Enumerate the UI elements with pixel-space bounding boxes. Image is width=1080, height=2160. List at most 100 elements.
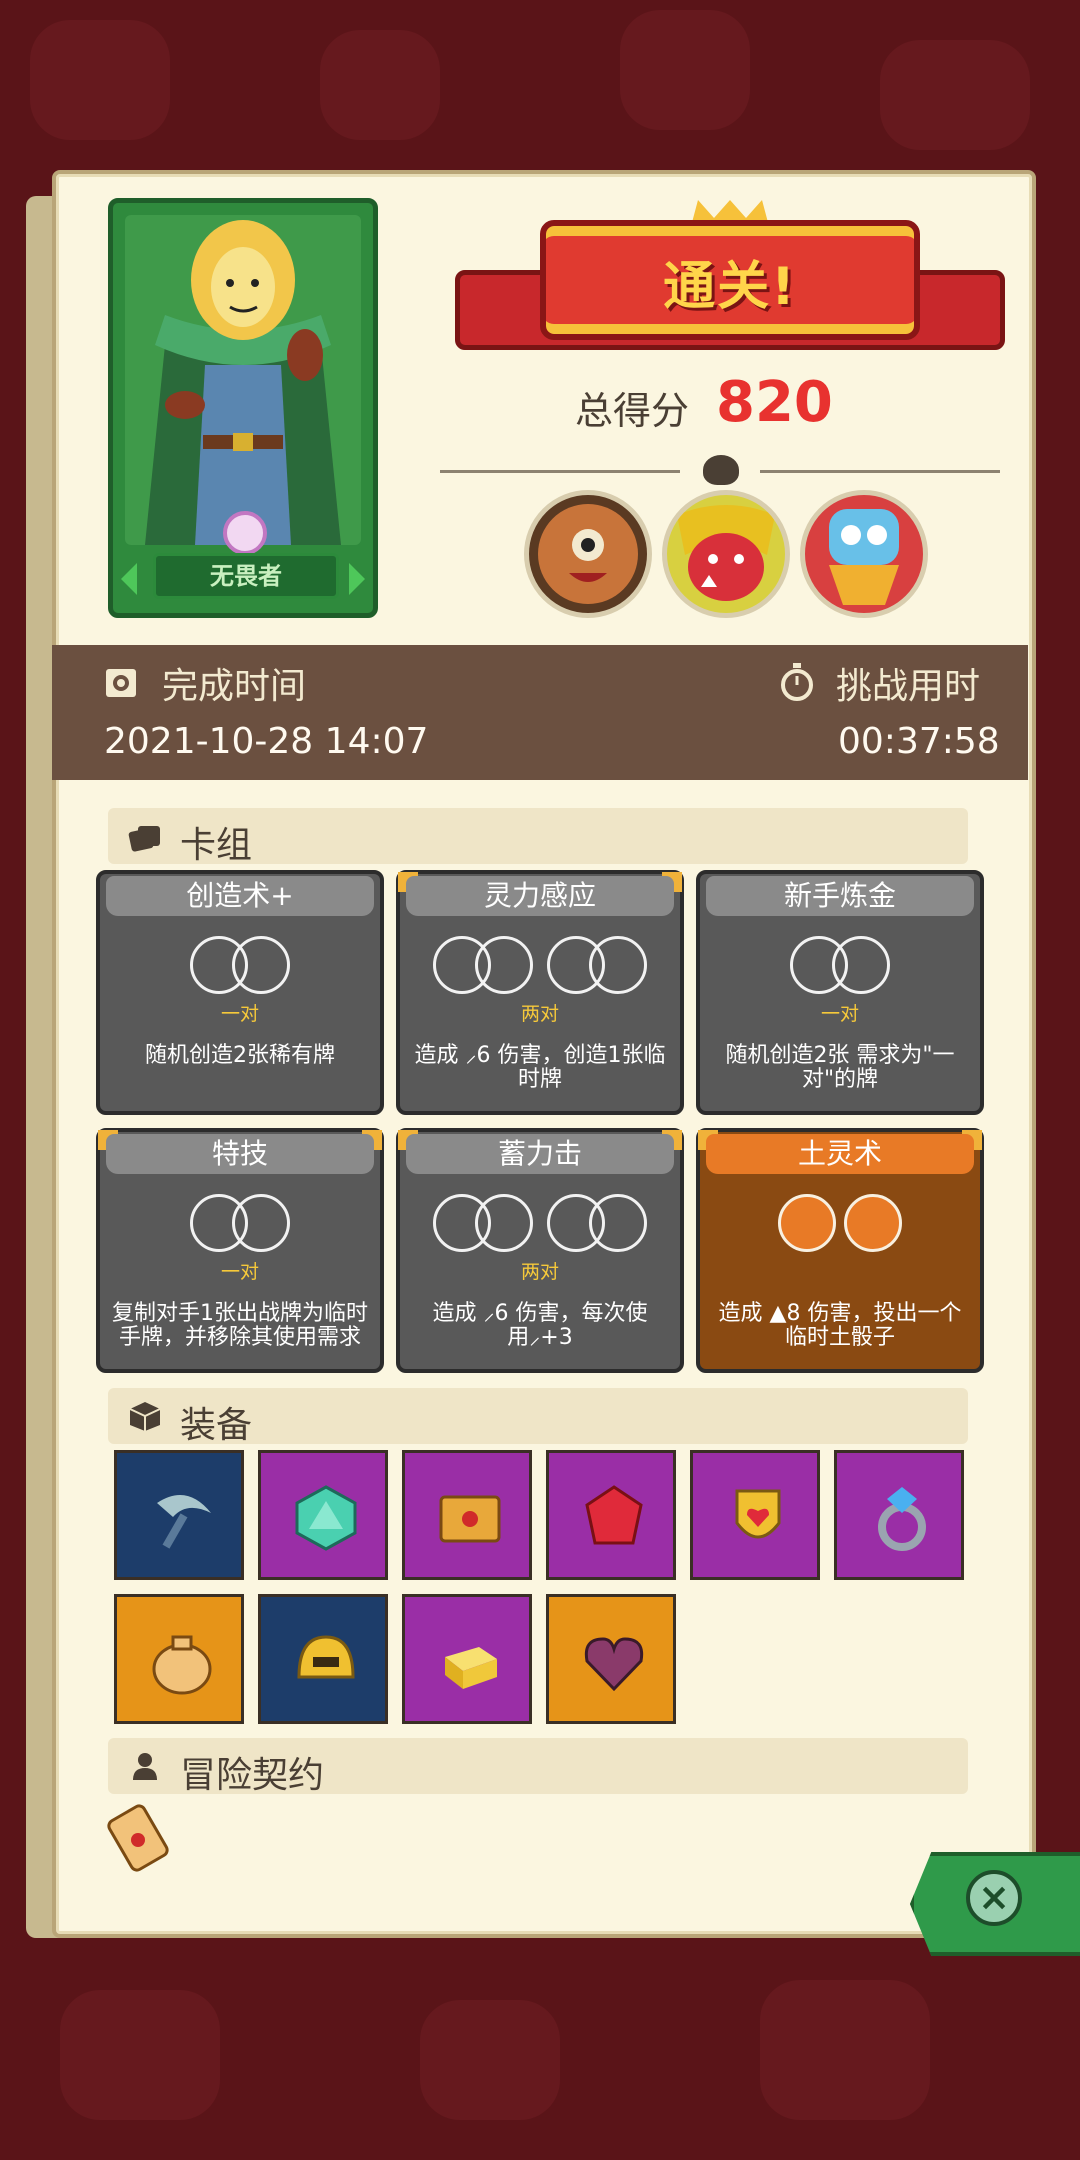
equipment-slot[interactable] bbox=[258, 1450, 388, 1580]
equipment-slot[interactable] bbox=[546, 1594, 676, 1724]
card-description: 随机创造2张稀有牌 bbox=[145, 1043, 335, 1068]
deck-card[interactable]: 新手炼金 一对 随机创造2张 需求为"一对"的牌 bbox=[696, 870, 984, 1115]
dice-slots bbox=[700, 936, 980, 994]
equipment-slot[interactable] bbox=[546, 1450, 676, 1580]
dice-slot bbox=[232, 1194, 290, 1252]
duration-value: 00:37:58 bbox=[838, 721, 1000, 762]
box-icon bbox=[129, 1402, 161, 1431]
card-description: 造成 ⸝6 伤害，创造1张临时牌 bbox=[414, 1043, 666, 1092]
cards-icon bbox=[128, 826, 160, 852]
equipment-slot[interactable] bbox=[834, 1450, 964, 1580]
equipment-slot[interactable] bbox=[690, 1450, 820, 1580]
dice-slots bbox=[100, 1194, 380, 1252]
deck-card[interactable]: 灵力感应 两对 造成 ⸝6 伤害，创造1张临时牌 bbox=[396, 870, 684, 1115]
score-value: 820 bbox=[716, 370, 833, 435]
equipment-slot[interactable] bbox=[114, 1594, 244, 1724]
card-name: 特技 bbox=[106, 1134, 374, 1174]
boss-portrait-3[interactable] bbox=[800, 490, 928, 618]
divider-right bbox=[760, 470, 1000, 473]
skull-icon bbox=[703, 455, 739, 485]
hero-portrait bbox=[125, 215, 361, 545]
background-shape bbox=[30, 20, 170, 140]
card-description: 造成 ⸝6 伤害，每次使用⸝+3 bbox=[432, 1301, 648, 1350]
background-shape bbox=[880, 40, 1030, 150]
card-name: 创造术+ bbox=[106, 876, 374, 916]
equipment-slot[interactable] bbox=[114, 1450, 244, 1580]
close-icon[interactable]: × bbox=[966, 1870, 1022, 1926]
score-label: 总得分 bbox=[575, 389, 690, 433]
scroll-icon[interactable] bbox=[104, 1800, 174, 1876]
ruby-gem-icon bbox=[585, 1485, 643, 1545]
background-shape bbox=[320, 30, 440, 140]
hero-card[interactable]: 无畏者 bbox=[108, 198, 378, 618]
card-requirement: 两对 bbox=[520, 1003, 559, 1025]
time-info-bar: 完成时间 2021-10-28 14:07 挑战用时 00:37:58 bbox=[52, 645, 1028, 780]
card-description: 随机创造2张 需求为"一对"的牌 bbox=[725, 1043, 955, 1092]
contract-section-header: 冒险契约 bbox=[108, 1738, 968, 1796]
gold-bar-icon bbox=[445, 1647, 497, 1689]
victory-title: 通关! bbox=[663, 257, 797, 317]
card-name: 蓄力击 bbox=[406, 1134, 674, 1174]
person-icon bbox=[133, 1753, 157, 1780]
dice-slot bbox=[832, 936, 890, 994]
hero-name: 无畏者 bbox=[153, 553, 339, 599]
chevron-left-icon[interactable] bbox=[121, 563, 137, 595]
dice-slots bbox=[700, 1194, 980, 1252]
red-demon-boss-icon bbox=[677, 505, 775, 601]
dice-slot bbox=[589, 1194, 647, 1252]
finish-time-label: 完成时间 bbox=[162, 666, 307, 707]
spellbook-icon bbox=[439, 1495, 501, 1543]
cyclops-boss-icon bbox=[538, 504, 638, 604]
scythe-icon bbox=[157, 1495, 211, 1549]
dice-slot bbox=[232, 936, 290, 994]
chevron-right-icon[interactable] bbox=[349, 563, 365, 595]
deck-card[interactable]: 特技 一对 复制对手1张出战牌为临时手牌，并移除其使用需求 bbox=[96, 1128, 384, 1373]
class-emblem-icon bbox=[223, 511, 267, 555]
heart-shield-icon bbox=[735, 1489, 781, 1539]
coin-bag-icon bbox=[152, 1635, 212, 1695]
hero-illustration bbox=[145, 220, 341, 545]
dice-slots bbox=[400, 936, 680, 994]
card-name: 土灵术 bbox=[706, 1134, 974, 1174]
card-requirement: 一对 bbox=[220, 1003, 259, 1025]
divider-left bbox=[440, 470, 680, 473]
deck-card[interactable]: 蓄力击 两对 造成 ⸝6 伤害，每次使用⸝+3 bbox=[396, 1128, 684, 1373]
deck-title: 卡组 bbox=[180, 825, 253, 866]
card-requirement: 一对 bbox=[820, 1003, 859, 1025]
background-shape bbox=[620, 10, 750, 130]
contract-title: 冒险契约 bbox=[180, 1755, 325, 1796]
background-shape bbox=[60, 1990, 220, 2120]
boss-portrait-2[interactable] bbox=[662, 490, 790, 618]
duration-label: 挑战用时 bbox=[836, 666, 981, 707]
card-description: 造成 ▲8 伤害，投出一个临时土骰子 bbox=[718, 1301, 962, 1350]
finish-time-value: 2021-10-28 14:07 bbox=[104, 721, 429, 762]
earth-dice-slot bbox=[844, 1194, 902, 1252]
calendar-icon bbox=[106, 669, 136, 697]
cursed-heart-icon bbox=[584, 1637, 644, 1692]
equipment-title: 装备 bbox=[180, 1405, 253, 1446]
golden-helmet-icon bbox=[297, 1635, 355, 1679]
card-description: 复制对手1张出战牌为临时手牌，并移除其使用需求 bbox=[112, 1301, 368, 1350]
deck-card[interactable]: 创造术+ 一对 随机创造2张稀有牌 bbox=[96, 870, 384, 1115]
card-name: 灵力感应 bbox=[406, 876, 674, 916]
background-shape bbox=[420, 2000, 560, 2120]
earth-dice-slot bbox=[778, 1194, 836, 1252]
card-requirement: 两对 bbox=[520, 1261, 559, 1283]
equipment-slot[interactable] bbox=[402, 1450, 532, 1580]
equipment-slot[interactable] bbox=[402, 1594, 532, 1724]
stopwatch-icon bbox=[781, 663, 813, 701]
background-shape bbox=[760, 1980, 930, 2120]
dice-slots bbox=[100, 936, 380, 994]
card-requirement: 一对 bbox=[220, 1261, 259, 1283]
diamond-ring-icon bbox=[878, 1487, 926, 1551]
dice-slot bbox=[475, 1194, 533, 1252]
dice-slot bbox=[475, 936, 533, 994]
d20-dice-icon bbox=[295, 1485, 357, 1551]
equipment-section-header: 装备 bbox=[108, 1388, 968, 1446]
deck-section-header: 卡组 bbox=[108, 808, 968, 866]
card-name: 新手炼金 bbox=[706, 876, 974, 916]
deck-card[interactable]: 土灵术 造成 ▲8 伤害，投出一个临时土骰子 bbox=[696, 1128, 984, 1373]
boss-portrait-1[interactable] bbox=[524, 490, 652, 618]
equipment-slot[interactable] bbox=[258, 1594, 388, 1724]
dice-slot bbox=[589, 936, 647, 994]
